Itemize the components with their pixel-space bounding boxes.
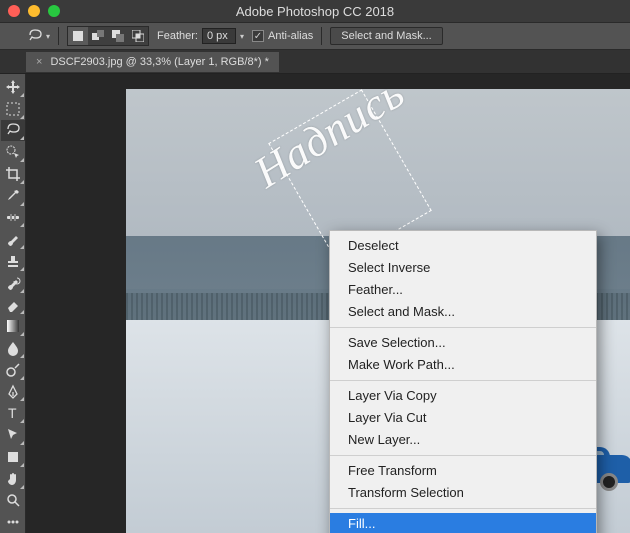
menu-item-make-work-path[interactable]: Make Work Path... <box>330 354 596 376</box>
chevron-down-icon: ▾ <box>46 32 50 41</box>
chevron-down-icon[interactable]: ▾ <box>240 32 244 41</box>
selection-new[interactable] <box>68 27 88 45</box>
marquee-tool[interactable] <box>1 98 25 120</box>
context-menu: DeselectSelect InverseFeather...Select a… <box>329 230 597 533</box>
edit-toolbar[interactable] <box>1 511 25 533</box>
feather-input[interactable]: 0 px <box>202 28 236 44</box>
tab-close-icon[interactable]: × <box>36 56 42 68</box>
menu-item-select-inverse[interactable]: Select Inverse <box>330 257 596 279</box>
document-tab-bar: × DSCF2903.jpg @ 33,3% (Layer 1, RGB/8*)… <box>0 50 630 74</box>
menu-item-layer-via-copy[interactable]: Layer Via Copy <box>330 385 596 407</box>
type-tool[interactable]: T <box>1 402 25 424</box>
history-brush-tool[interactable] <box>1 272 25 294</box>
path-select-tool[interactable] <box>1 424 25 446</box>
gradient-tool[interactable] <box>1 315 25 337</box>
svg-text:T: T <box>8 405 17 421</box>
lasso-tool[interactable] <box>1 120 25 142</box>
menu-item-feather[interactable]: Feather... <box>330 279 596 301</box>
menu-item-new-layer[interactable]: New Layer... <box>330 429 596 451</box>
window-zoom-button[interactable] <box>48 5 60 17</box>
active-tool-preset[interactable]: ▾ <box>26 27 50 45</box>
selection-mode-group <box>67 26 149 46</box>
window-close-button[interactable] <box>8 5 20 17</box>
hand-tool[interactable] <box>1 468 25 490</box>
select-and-mask-button[interactable]: Select and Mask... <box>330 27 443 45</box>
document-tab-title: DSCF2903.jpg @ 33,3% (Layer 1, RGB/8*) * <box>50 56 268 68</box>
menu-item-deselect[interactable]: Deselect <box>330 235 596 257</box>
brush-tool[interactable] <box>1 228 25 250</box>
selection-subtract[interactable] <box>108 27 128 45</box>
tools-panel: T <box>0 74 26 533</box>
eraser-tool[interactable] <box>1 294 25 316</box>
crop-tool[interactable] <box>1 163 25 185</box>
pen-tool[interactable] <box>1 381 25 403</box>
app-title: Adobe Photoshop CC 2018 <box>236 4 394 19</box>
antialias-checkbox[interactable]: ✓ Anti-alias <box>252 30 313 42</box>
menu-item-transform-selection[interactable]: Transform Selection <box>330 482 596 504</box>
canvas-area[interactable]: Надпись DeselectSelect InverseFeather...… <box>26 74 630 533</box>
menu-item-select-and-mask[interactable]: Select and Mask... <box>330 301 596 323</box>
selection-add[interactable] <box>88 27 108 45</box>
window-titlebar: Adobe Photoshop CC 2018 <box>0 0 630 22</box>
quick-select-tool[interactable] <box>1 141 25 163</box>
rectangle-tool[interactable] <box>1 446 25 468</box>
healing-tool[interactable] <box>1 207 25 229</box>
menu-item-free-transform[interactable]: Free Transform <box>330 460 596 482</box>
document-tab[interactable]: × DSCF2903.jpg @ 33,3% (Layer 1, RGB/8*)… <box>26 52 279 72</box>
zoom-tool[interactable] <box>1 490 25 512</box>
feather-label: Feather: <box>157 30 198 42</box>
menu-item-fill[interactable]: Fill... <box>330 513 596 533</box>
stamp-tool[interactable] <box>1 250 25 272</box>
menu-item-layer-via-cut[interactable]: Layer Via Cut <box>330 407 596 429</box>
antialias-label: Anti-alias <box>268 30 313 42</box>
options-bar: ▾ Feather: 0 px ▾ ✓ Anti-alias Select an… <box>0 22 630 50</box>
selection-intersect[interactable] <box>128 27 148 45</box>
eyedropper-tool[interactable] <box>1 185 25 207</box>
lasso-icon <box>26 27 44 45</box>
blur-tool[interactable] <box>1 337 25 359</box>
move-tool[interactable] <box>1 76 25 98</box>
menu-item-save-selection[interactable]: Save Selection... <box>330 332 596 354</box>
dodge-tool[interactable] <box>1 359 25 381</box>
window-minimize-button[interactable] <box>28 5 40 17</box>
